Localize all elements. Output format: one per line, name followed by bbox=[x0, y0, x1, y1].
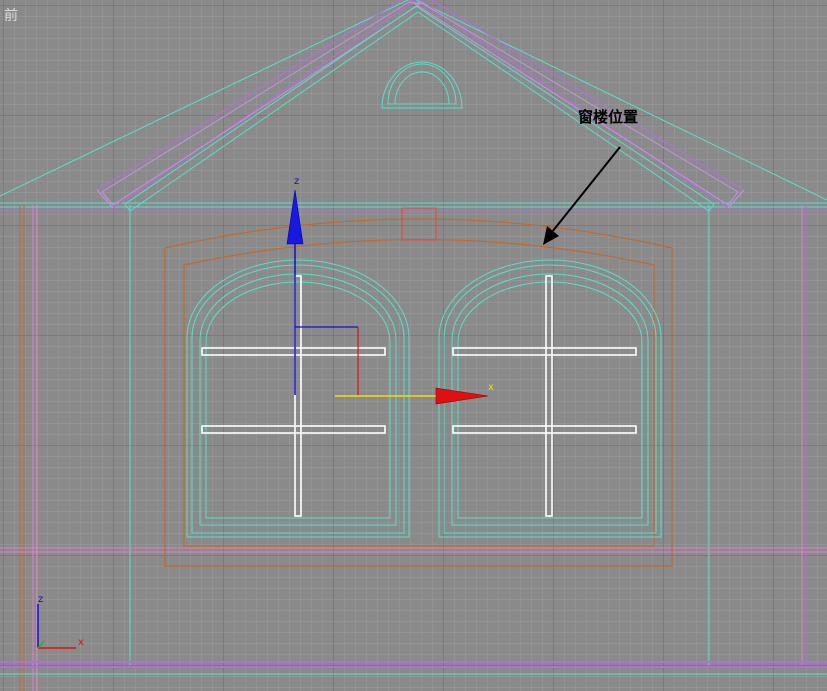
front-viewport[interactable]: z x z x 前 窗楼位置 bbox=[0, 0, 827, 691]
gizmo-z-label: z bbox=[294, 176, 299, 187]
gizmo-x-label: x bbox=[488, 382, 494, 393]
callout-label: 窗楼位置 bbox=[578, 108, 639, 126]
tripod-x-label: x bbox=[78, 637, 84, 648]
viewport-canvas[interactable]: z x z x bbox=[0, 0, 827, 691]
tripod-z-label: z bbox=[38, 594, 43, 605]
viewport-label[interactable]: 前 bbox=[4, 8, 18, 24]
